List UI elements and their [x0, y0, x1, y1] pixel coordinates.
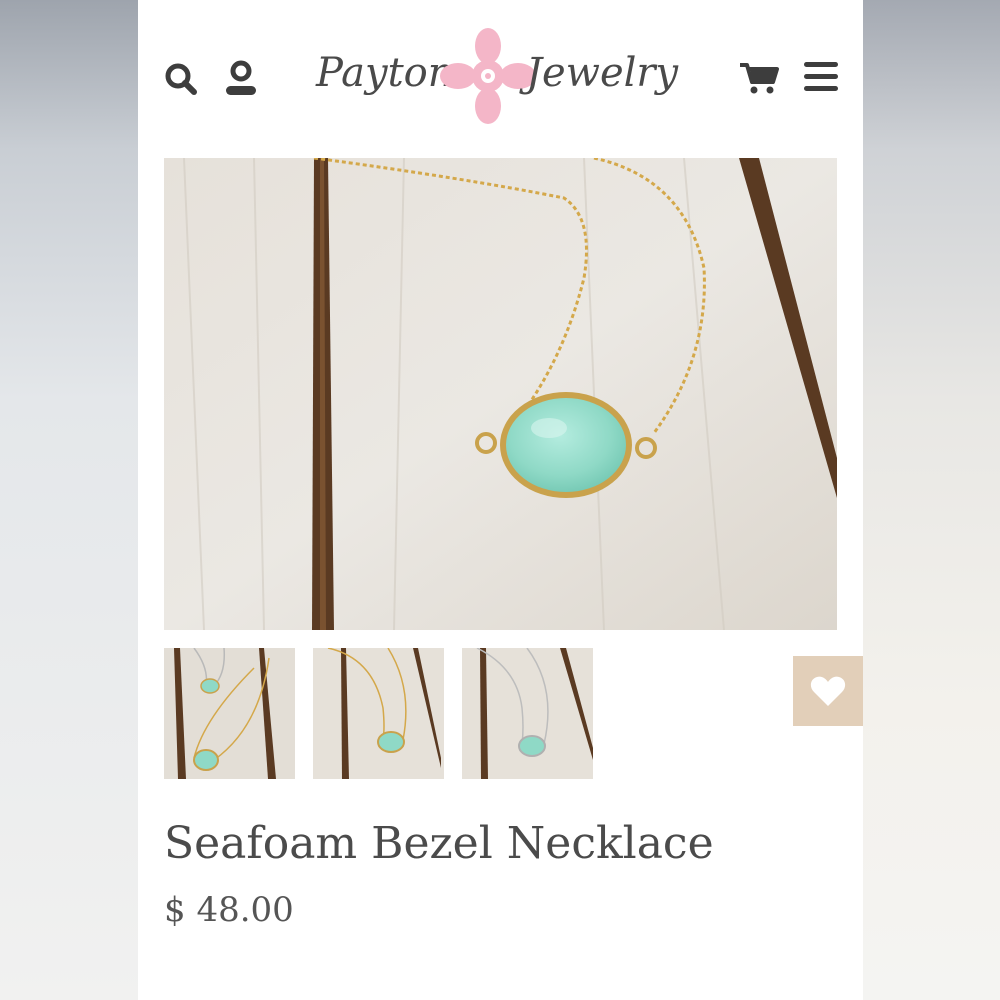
store-logo[interactable]: Payton Jewelry — [308, 22, 698, 134]
flower-logo-icon — [440, 28, 536, 124]
account-icon[interactable] — [224, 60, 258, 98]
menu-icon[interactable] — [803, 60, 839, 94]
cart-icon[interactable] — [738, 60, 780, 96]
site-header: Payton Jewelry — [138, 0, 863, 150]
product-thumbnail-3[interactable] — [462, 648, 593, 779]
heart-icon — [810, 676, 846, 706]
product-thumbnail-1[interactable] — [164, 648, 295, 779]
product-page: Payton Jewelry Seafoam Bezel Necklace $ … — [138, 0, 863, 1000]
background-right — [863, 0, 1000, 1000]
product-main-image[interactable] — [164, 158, 837, 630]
product-price: $ 48.00 — [164, 890, 294, 930]
favorite-button[interactable] — [793, 656, 863, 726]
search-icon[interactable] — [164, 62, 198, 96]
logo-text-left: Payton — [316, 50, 454, 96]
product-title: Seafoam Bezel Necklace — [164, 818, 714, 869]
product-thumbnail-2[interactable] — [313, 648, 444, 779]
background-left — [0, 0, 138, 1000]
logo-text-right: Jewelry — [526, 50, 679, 96]
